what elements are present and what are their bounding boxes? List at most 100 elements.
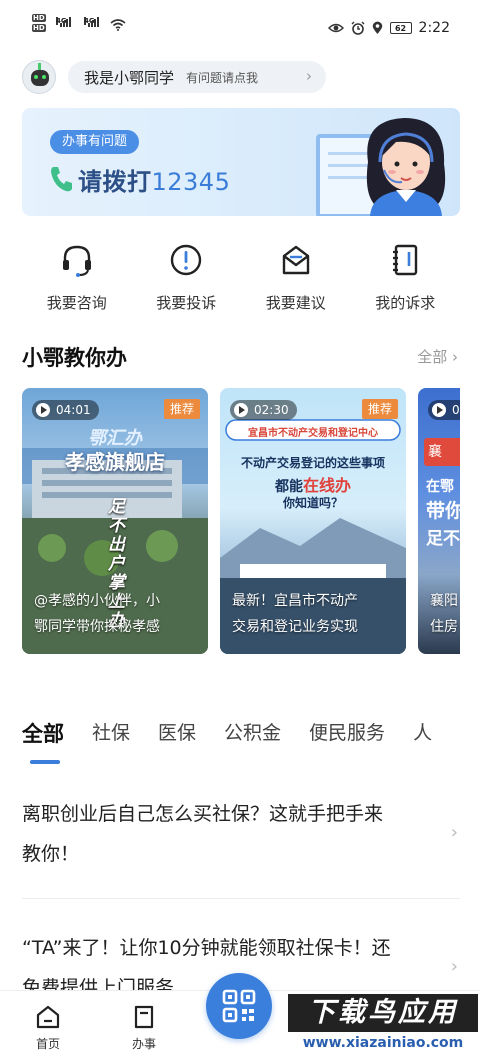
video-caption: @孝感的小伙伴，小 鄂同学带你探秘孝感 xyxy=(34,588,198,640)
chevron-right-icon: › xyxy=(452,348,458,366)
video-card[interactable]: 鄂汇办 孝感旗舰店 足不出户掌上办 04:01 推荐 @孝感的小伙伴，小 鄂同学… xyxy=(22,388,208,654)
video-card[interactable]: 宜昌市不动产交易和登记中心 不动产交易登记的这些事项 都能在线办 你知道吗？ 0… xyxy=(220,388,406,654)
video-duration: 04:01 xyxy=(32,400,99,420)
view-all-label: 全部 xyxy=(417,348,448,366)
hotline-banner[interactable]: 办事有问题 请拨打12345 xyxy=(22,108,460,216)
sim-indicators: HD HD xyxy=(32,14,46,34)
status-time: 2:22 xyxy=(418,20,450,36)
wifi-icon xyxy=(110,19,126,31)
news-title: 离职创业后自己怎么买社保？这就手把手来 教你！ xyxy=(22,794,434,874)
battery-indicator: 62 xyxy=(389,22,412,34)
assistant-title: 我是小鄂同学 xyxy=(84,68,175,87)
video-duration: 02:30 xyxy=(230,400,297,420)
signal-1-icon: 4G xyxy=(56,17,71,27)
tab-housing-fund[interactable]: 公积金 xyxy=(224,718,281,745)
sim2-hd-label: HD xyxy=(32,24,46,32)
tab-all[interactable]: 全部 xyxy=(22,718,64,764)
video-duration-text: 02:30 xyxy=(254,403,289,417)
notebook-icon xyxy=(393,244,418,276)
headset-icon xyxy=(62,245,91,277)
video-caption: 最新！宜昌市不动产 交易和登记业务实现 xyxy=(232,588,396,640)
video-duration: 0 xyxy=(428,400,460,420)
caption-line: 最新！宜昌市不动产 xyxy=(232,593,358,609)
video-duration-text: 04:01 xyxy=(56,403,91,417)
watermark-url: www.xiazainiao.com xyxy=(288,1032,478,1054)
alarm-icon xyxy=(351,21,365,35)
video-side-text: 在鄂 xyxy=(426,479,454,495)
quick-action-my-requests[interactable]: 我的诉求 xyxy=(351,240,461,316)
nav-home-label: 首页 xyxy=(35,1037,60,1051)
chevron-right-icon: › xyxy=(450,822,458,843)
video-card[interactable]: 0 襄 在鄂 带你 足不 襄阳 住房 xyxy=(418,388,460,654)
video-side-low: 足不 xyxy=(426,529,460,549)
play-icon xyxy=(432,403,446,417)
banner-call-text: 请拨打12345 xyxy=(78,162,230,197)
banner-ribbon: 办事有问题 xyxy=(50,130,140,154)
nav-services[interactable]: 办事 xyxy=(114,1005,174,1052)
video-headline-b1: 都能 xyxy=(274,479,303,495)
news-title-line: “TA”来了！让你10分钟就能领取社保卡！还 xyxy=(22,937,391,959)
location-icon xyxy=(372,21,382,34)
quick-action-label: 我要咨询 xyxy=(46,294,107,312)
scan-qr-button[interactable] xyxy=(206,973,272,1039)
recommend-badge: 推荐 xyxy=(361,399,398,419)
nav-home[interactable]: 首页 xyxy=(18,1005,78,1052)
assistant-bar[interactable]: 我是小鄂同学 有问题请点我 › xyxy=(22,60,462,94)
caption-line: 交易和登记业务实现 xyxy=(232,619,358,635)
recommend-badge: 推荐 xyxy=(163,399,200,419)
quick-actions: 我要咨询 我要投诉 我要建议 我的诉求 xyxy=(22,240,460,316)
assistant-subtitle: 有问题请点我 xyxy=(186,70,259,85)
sim1-hd-label: HD xyxy=(32,14,46,22)
video-headline-top: 宜昌市不动产交易和登记中心 xyxy=(248,428,378,439)
news-title-line: 教你！ xyxy=(22,843,80,865)
chevron-right-icon: › xyxy=(450,956,458,977)
caption-line: 住房 xyxy=(430,619,458,635)
video-duration-text: 0 xyxy=(452,403,460,417)
chevron-right-icon: › xyxy=(306,67,312,85)
hotline-number: 12345 xyxy=(151,168,231,196)
assistant-entry-button[interactable]: 我是小鄂同学 有问题请点我 › xyxy=(68,61,326,93)
video-headline: 孝感旗舰店 xyxy=(65,450,165,474)
news-title-line: 离职创业后自己怎么买社保？这就手把手来 xyxy=(22,803,384,825)
news-item[interactable]: 离职创业后自己怎么买社保？这就手把手来 教你！ › xyxy=(22,794,460,894)
quick-action-label: 我要建议 xyxy=(265,294,326,312)
video-side-big: 带你 xyxy=(426,500,460,522)
video-carousel[interactable]: 鄂汇办 孝感旗舰店 足不出户掌上办 04:01 推荐 @孝感的小伙伴，小 鄂同学… xyxy=(22,388,460,656)
quick-action-suggest[interactable]: 我要建议 xyxy=(241,240,351,316)
quick-action-complaint[interactable]: 我要投诉 xyxy=(132,240,242,316)
document-icon xyxy=(134,1005,154,1029)
caption-line: 襄阳 xyxy=(430,593,458,609)
eye-icon xyxy=(327,23,344,33)
tab-more[interactable]: 人 xyxy=(413,718,432,745)
quick-action-label: 我的诉求 xyxy=(375,294,436,312)
section-title: 小鄂教你办 xyxy=(22,346,127,370)
call-label: 请拨打 xyxy=(78,168,152,196)
play-icon xyxy=(36,403,50,417)
brand-tag-text: 襄 xyxy=(428,444,442,460)
tab-medical-insurance[interactable]: 医保 xyxy=(158,718,196,745)
video-caption: 襄阳 住房 xyxy=(430,588,460,640)
quick-action-label: 我要投诉 xyxy=(156,294,217,312)
video-headline-b2: 在线办 xyxy=(302,476,351,495)
video-brand-tag: 襄 xyxy=(424,438,460,466)
tab-social-security[interactable]: 社保 xyxy=(92,718,130,745)
caption-line: 鄂同学带你探秘孝感 xyxy=(34,619,160,635)
list-divider xyxy=(22,898,460,899)
service-agent-illustration xyxy=(366,118,446,216)
tab-public-services[interactable]: 便民服务 xyxy=(309,718,385,745)
signal-2-icon: 4G xyxy=(84,17,99,27)
phone-icon xyxy=(51,167,72,192)
network-1-label: 4G xyxy=(56,17,67,25)
site-watermark: 下载鸟应用 www.xiazainiao.com xyxy=(288,994,478,1056)
status-bar: HD HD 4G 4G 62 2:22 xyxy=(0,0,480,44)
watermark-logo-text: 下载鸟应用 xyxy=(288,994,478,1032)
video-headline-c: 你知道吗？ xyxy=(282,496,343,510)
alert-icon xyxy=(171,244,202,276)
quick-action-consult[interactable]: 我要咨询 xyxy=(22,240,132,316)
qr-code-icon xyxy=(222,989,256,1023)
video-headline: 不动产交易登记的这些事项 xyxy=(240,456,385,470)
robot-avatar[interactable] xyxy=(22,60,56,94)
view-all-link[interactable]: 全部 › xyxy=(417,346,458,367)
caption-line: @孝感的小伙伴，小 xyxy=(34,593,160,609)
envelope-icon xyxy=(282,245,309,275)
